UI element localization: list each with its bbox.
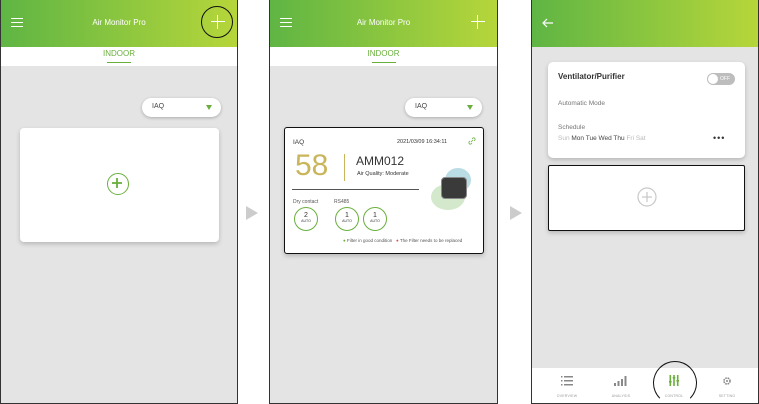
add-circle-icon[interactable] bbox=[637, 187, 657, 207]
dial-mode: AUTO bbox=[342, 219, 352, 223]
tab-indoor[interactable]: INDOOR bbox=[270, 47, 497, 61]
sensor-dropdown[interactable]: IAQ bbox=[405, 98, 482, 117]
gear-icon bbox=[723, 377, 731, 385]
add-control-card[interactable] bbox=[548, 165, 745, 231]
plus-icon[interactable] bbox=[471, 15, 485, 29]
screen-control: Ventilator/Purifier OFF Automatic Mode S… bbox=[531, 0, 759, 404]
back-arrow-icon[interactable] bbox=[542, 18, 554, 28]
device-card[interactable]: IAQ 2021/03/09 16:34:11 58 AMM012 Air Qu… bbox=[284, 127, 484, 254]
nav-label: OVERVIEW bbox=[556, 394, 578, 398]
rs485-dial-1[interactable]: 1 AUTO bbox=[335, 207, 359, 231]
flow-arrow-2 bbox=[510, 206, 522, 220]
tab-bar: INDOOR bbox=[270, 47, 497, 66]
score-divider bbox=[344, 154, 345, 181]
schedule-label: Schedule bbox=[558, 124, 586, 131]
toggle-knob bbox=[708, 74, 718, 84]
device-name: AMM012 bbox=[356, 154, 405, 168]
screen-home-device: Air Monitor Pro INDOOR IAQ IAQ 2021/03/0… bbox=[269, 0, 498, 404]
filter-legend: ● Filter in good condition ● The Filter … bbox=[343, 238, 462, 243]
add-circle-icon[interactable] bbox=[107, 173, 129, 195]
monitor-device-icon bbox=[441, 177, 467, 199]
power-toggle[interactable]: OFF bbox=[707, 73, 735, 85]
dial-value: 1 bbox=[373, 212, 377, 219]
days-off-end: Fri Sat bbox=[626, 135, 646, 142]
days-off-start: Sun bbox=[558, 135, 570, 142]
dry-contact-dial[interactable]: 2 AUTO bbox=[294, 207, 318, 231]
dial-mode: AUTO bbox=[301, 219, 311, 223]
highlight-circle bbox=[653, 361, 697, 403]
card-timestamp: 2021/03/09 16:34:11 bbox=[397, 139, 448, 145]
dial-mode: AUTO bbox=[370, 219, 380, 223]
add-device-card[interactable] bbox=[20, 128, 219, 242]
days-on: Mon Tue Wed Thu bbox=[571, 135, 625, 142]
ventilator-card[interactable]: Ventilator/Purifier OFF Automatic Mode S… bbox=[548, 62, 745, 158]
bottom-nav: OVERVIEW ANALYSIS CONTROL SETTING bbox=[532, 368, 758, 403]
caret-down-icon bbox=[206, 105, 212, 110]
screen-home-empty: Air Monitor Pro INDOOR IAQ bbox=[0, 0, 238, 404]
rs485-dial-2[interactable]: 1 AUTO bbox=[363, 207, 387, 231]
dial-value: 2 bbox=[304, 212, 308, 219]
bar-chart-icon bbox=[614, 376, 627, 386]
list-icon bbox=[561, 376, 573, 386]
legend-good: Filter in good condition bbox=[346, 238, 393, 243]
mode-label: Automatic Mode bbox=[558, 100, 605, 107]
app-bar bbox=[532, 0, 758, 47]
dry-contact-label: Dry contact bbox=[293, 199, 319, 205]
good-dot-icon: ● bbox=[343, 238, 346, 243]
sensor-dropdown[interactable]: IAQ bbox=[142, 98, 221, 117]
tab-underline bbox=[107, 62, 131, 63]
nav-label: SETTING bbox=[718, 394, 736, 398]
rs485-label: RS485 bbox=[334, 199, 350, 205]
link-icon[interactable] bbox=[467, 136, 477, 146]
tab-bar: INDOOR bbox=[1, 47, 237, 66]
tab-underline bbox=[371, 62, 396, 63]
app-bar: Air Monitor Pro bbox=[270, 0, 497, 47]
toggle-label: OFF bbox=[720, 76, 730, 82]
dial-value: 1 bbox=[345, 212, 349, 219]
dropdown-label: IAQ bbox=[415, 103, 428, 110]
ventilator-title: Ventilator/Purifier bbox=[558, 72, 625, 81]
highlight-circle bbox=[201, 6, 233, 38]
air-quality-text: Air Quality: Moderate bbox=[357, 171, 409, 177]
replace-dot-icon: ● bbox=[396, 238, 399, 243]
caret-down-icon bbox=[467, 105, 473, 110]
dropdown-label: IAQ bbox=[152, 103, 165, 110]
flow-arrow-1 bbox=[246, 206, 258, 220]
section-divider bbox=[292, 189, 419, 190]
more-options-icon[interactable]: ••• bbox=[713, 133, 725, 143]
schedule-days: Sun Mon Tue Wed Thu Fri Sat bbox=[558, 135, 646, 142]
device-illustration bbox=[425, 166, 477, 214]
nav-label: ANALYSIS bbox=[611, 394, 631, 398]
legend-replace: The Filter needs to be replaced bbox=[399, 238, 463, 243]
tab-indoor[interactable]: INDOOR bbox=[1, 47, 237, 61]
card-label: IAQ bbox=[293, 139, 305, 146]
app-title: Air Monitor Pro bbox=[356, 18, 411, 27]
iaq-score: 58 bbox=[295, 149, 329, 182]
